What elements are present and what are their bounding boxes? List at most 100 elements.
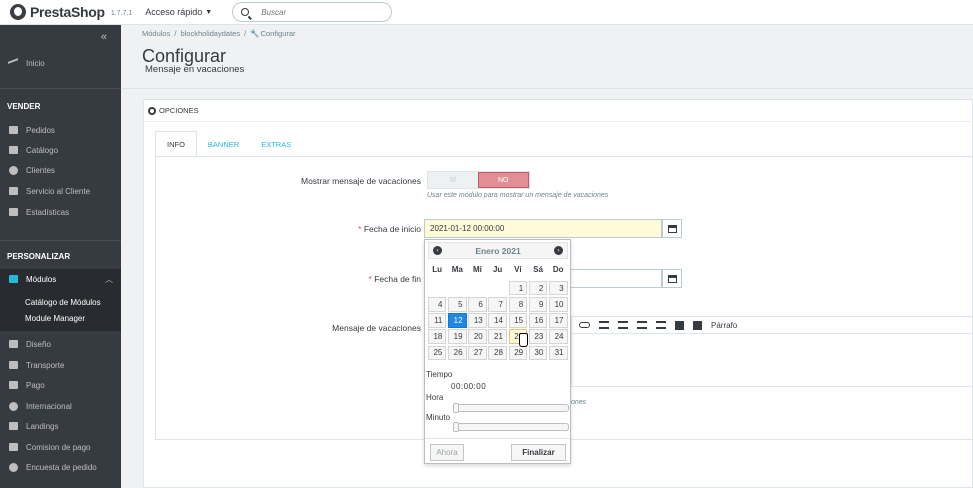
calendar-day[interactable]: 6 xyxy=(468,296,487,312)
calendar-day[interactable]: 15 xyxy=(508,313,528,328)
calendar-day[interactable]: 10 xyxy=(548,296,568,312)
calendar-day[interactable]: 27 xyxy=(468,345,487,361)
calendar-day[interactable]: 31 xyxy=(548,345,568,361)
sidebar-item-international[interactable]: Internacional xyxy=(0,398,121,414)
collapse-sidebar-icon[interactable]: « xyxy=(101,31,107,43)
sidebar-item-order-survey[interactable]: Encuesta de pedido xyxy=(0,459,121,475)
calendar-day[interactable]: 19 xyxy=(447,329,467,344)
calendar-day[interactable]: 9 xyxy=(528,296,548,312)
bullet-list-icon[interactable] xyxy=(618,321,628,329)
search-box[interactable] xyxy=(232,2,393,22)
sidebar-item-catalog[interactable]: Catálogo xyxy=(0,142,121,158)
minute-slider-handle[interactable] xyxy=(453,422,459,432)
sidebar-item-design[interactable]: Diseño xyxy=(0,336,121,352)
sidebar-subitem-module-catalog[interactable]: Catálogo de Módulos xyxy=(25,298,101,307)
calendar-day[interactable]: 17 xyxy=(548,313,568,328)
calendar-day[interactable]: 16 xyxy=(528,313,548,328)
sidebar-subitem-module-manager[interactable]: Module Manager xyxy=(25,314,85,323)
sidebar-item-landings[interactable]: Landings xyxy=(0,418,121,434)
sidebar-item-customers[interactable]: Clientes xyxy=(0,162,121,178)
logo-text: PrestaShop xyxy=(30,4,105,20)
align-icon[interactable] xyxy=(599,321,609,329)
sidebar-item-stats[interactable]: Estadísticas xyxy=(0,204,121,220)
toggle-yes[interactable]: SÍ xyxy=(428,172,478,188)
calendar-day[interactable]: 2 xyxy=(528,280,548,296)
tab-banner[interactable]: BANNER xyxy=(197,131,250,157)
next-month-icon[interactable]: › xyxy=(554,246,563,255)
minute-slider[interactable] xyxy=(453,422,569,432)
calendar-day[interactable]: 13 xyxy=(468,313,487,328)
calendar-day[interactable]: 24 xyxy=(548,329,568,344)
toggle-no[interactable]: NO xyxy=(477,172,529,188)
logo[interactable]: PrestaShop 1.7.7.1 xyxy=(10,4,132,20)
sidebar-item-dashboard[interactable]: Inicio xyxy=(0,55,121,71)
chat-icon xyxy=(8,186,18,196)
end-date-calendar-button[interactable] xyxy=(662,269,682,288)
start-date-input[interactable]: 2021-01-12 00:00:00 xyxy=(424,219,662,238)
editor-toolbar: Párrafo xyxy=(571,316,973,334)
hour-slider[interactable] xyxy=(453,403,569,413)
breadcrumb-item[interactable]: Módulos xyxy=(142,29,170,38)
breadcrumb-item[interactable]: blockholidaydates xyxy=(180,29,240,38)
sidebar-divider xyxy=(0,240,121,241)
done-button[interactable]: Finalizar xyxy=(511,444,566,461)
calendar-icon xyxy=(667,224,677,233)
calendar-day[interactable]: 20 xyxy=(468,329,487,344)
hour-slider-handle[interactable] xyxy=(453,403,459,413)
panel-title: OPCIONES xyxy=(159,106,199,115)
calendar-day[interactable]: 18 xyxy=(427,329,447,344)
calendar-day[interactable]: 30 xyxy=(528,345,548,361)
calendar-day[interactable]: 23 xyxy=(528,329,548,344)
calendar-day[interactable]: 26 xyxy=(447,345,467,361)
message-editor[interactable] xyxy=(571,333,973,387)
link-icon[interactable] xyxy=(579,322,590,328)
start-date-calendar-button[interactable] xyxy=(662,219,682,238)
document-icon xyxy=(8,442,18,452)
sidebar-item-payment-fee[interactable]: Comision de pago xyxy=(0,439,121,455)
image-icon[interactable] xyxy=(675,320,684,330)
time-label: Tiempo xyxy=(426,370,453,379)
show-message-toggle[interactable]: SÍ NO xyxy=(427,171,530,189)
required-marker: * xyxy=(358,224,362,234)
sidebar-section-customize: PERSONALIZAR xyxy=(7,252,71,261)
calendar-day[interactable]: 29 xyxy=(508,345,528,361)
calendar-day[interactable]: 1 xyxy=(508,280,528,296)
tab-extras[interactable]: EXTRAS xyxy=(250,131,302,157)
month-title: Enero 2021 xyxy=(475,245,521,256)
tab-info[interactable]: INFO xyxy=(155,131,197,157)
calendar-day[interactable]: 12 xyxy=(447,313,467,328)
calendar-day[interactable]: 8 xyxy=(508,296,528,312)
calendar-day[interactable]: 3 xyxy=(548,280,568,296)
datepicker-footer-divider xyxy=(425,438,570,439)
media-icon[interactable] xyxy=(693,320,702,330)
breadcrumb-item: Configurar xyxy=(260,29,296,38)
account-circle-icon xyxy=(8,165,18,175)
calendar-day[interactable]: 5 xyxy=(447,296,467,312)
sidebar-item-payment[interactable]: Pago xyxy=(0,377,121,393)
search-input[interactable] xyxy=(261,7,382,17)
calendar-grid: 1 2 3 4 5 6 7 8 9 10 11 12 13 14 15 16 17 18 19 20 21 22 23 24 2… xyxy=(427,280,568,361)
table-icon[interactable] xyxy=(656,321,666,329)
breadcrumb-separator: / xyxy=(174,29,177,38)
sidebar-item-shipping[interactable]: Transporte xyxy=(0,357,121,373)
sidebar-item-modules[interactable]: Módulos ︿ xyxy=(0,269,121,289)
calendar-day[interactable]: 21 xyxy=(488,329,507,344)
prev-month-icon[interactable]: ‹ xyxy=(433,246,442,255)
quick-access-dropdown[interactable]: Acceso rápido ▼ xyxy=(145,7,212,17)
sidebar-item-customer-service[interactable]: Servicio al Cliente xyxy=(0,183,121,199)
calendar-day[interactable]: 4 xyxy=(427,296,447,312)
paragraph-format-select[interactable]: Párrafo xyxy=(711,321,737,330)
now-button[interactable]: Ahora xyxy=(430,444,464,461)
calendar-day[interactable]: 25 xyxy=(427,345,447,361)
message-help-partial: ones xyxy=(571,399,587,406)
end-date-label: * Fecha de fin xyxy=(276,274,421,284)
calendar-day[interactable]: 7 xyxy=(488,296,507,312)
truck-icon xyxy=(8,360,18,370)
numbered-list-icon[interactable] xyxy=(637,321,647,329)
calendar-day[interactable]: 11 xyxy=(427,313,447,328)
sidebar-item-label: Clientes xyxy=(26,165,55,175)
calendar-icon xyxy=(667,274,677,283)
calendar-day[interactable]: 28 xyxy=(488,345,507,361)
calendar-day[interactable]: 14 xyxy=(488,313,507,328)
sidebar-item-orders[interactable]: Pedidos xyxy=(0,122,121,138)
